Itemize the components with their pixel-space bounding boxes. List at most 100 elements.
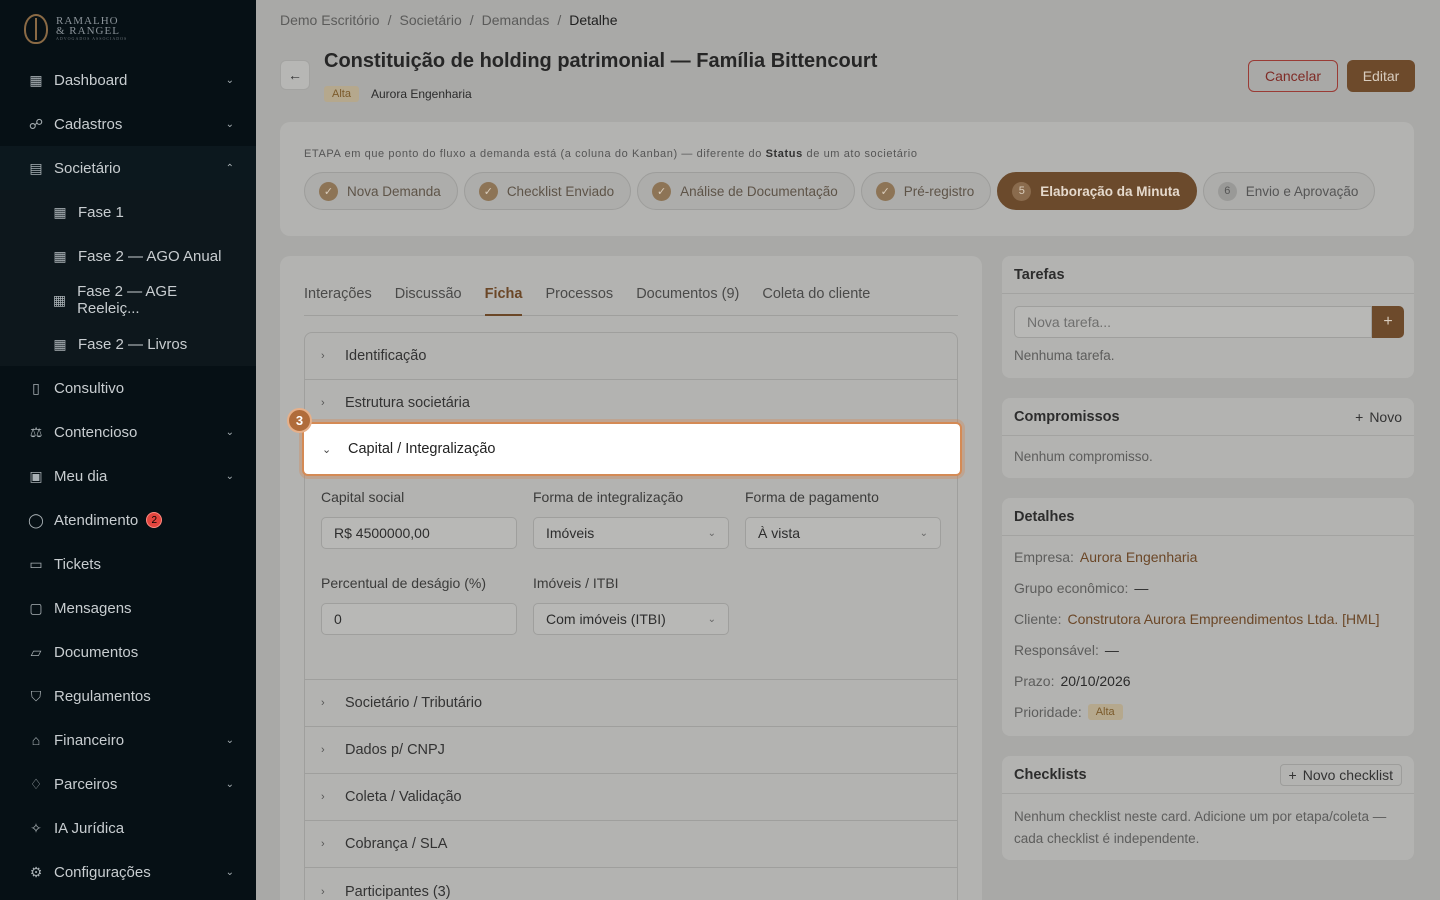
desagio-input[interactable]: 0 — [321, 603, 517, 635]
accordion-societario-tributario[interactable]: › Societário / Tributário — [305, 680, 957, 727]
breadcrumb-separator: / — [387, 12, 392, 28]
sidebar-item-fase-2-ago[interactable]: ▦ Fase 2 — AGO Anual — [0, 234, 256, 278]
chevron-down-icon: ⌄ — [225, 866, 234, 878]
detail-prioridade: Prioridade: Alta — [1014, 704, 1123, 720]
check-icon: ✓ — [319, 181, 338, 201]
forma-integracao-select[interactable]: Imóveis ⌄ — [533, 517, 729, 549]
tab-processos[interactable]: Processos — [545, 286, 613, 316]
brand-line-2: & RANGEL — [56, 25, 120, 37]
edit-button[interactable]: Editar — [1347, 60, 1415, 92]
chevron-right-icon: › — [321, 744, 325, 756]
sidebar-item-dashboard[interactable]: ▦ Dashboard ⌄ — [0, 58, 256, 102]
ticket-icon: ▭ — [29, 555, 43, 572]
accordion-estrutura-societaria[interactable]: › Estrutura societária — [305, 380, 957, 427]
tab-bar: Interações Discussão Ficha Processos Doc… — [304, 286, 958, 316]
detail-responsavel: Responsável: — — [1014, 642, 1119, 658]
sidebar-item-consultivo[interactable]: ▯ Consultivo — [0, 366, 256, 410]
grid-icon: ▦ — [29, 71, 43, 88]
sidebar-item-regulamentos[interactable]: ⛉ Regulamentos — [0, 674, 256, 718]
stage-analise-documentacao[interactable]: ✓ Análise de Documentação — [637, 172, 855, 210]
chevron-right-icon: › — [321, 838, 325, 850]
capital-social-input[interactable]: R$ 4500000,00 — [321, 517, 517, 549]
sidebar-item-parceiros[interactable]: ♢ Parceiros ⌄ — [0, 762, 256, 806]
sidebar-item-ia-juridica[interactable]: ✧ IA Jurídica — [0, 806, 256, 850]
new-task-input[interactable]: Nova tarefa... — [1014, 306, 1372, 338]
breadcrumb-item[interactable]: Societário — [399, 12, 461, 28]
forma-pagamento-select[interactable]: À vista ⌄ — [745, 517, 941, 549]
panel-title: Checklists — [1014, 766, 1087, 783]
accordion-capital-integralizacao[interactable]: ⌄ Capital / Integralização — [302, 422, 962, 476]
plus-icon: + — [1355, 408, 1364, 425]
page-title: Constituição de holding patrimonial — Fa… — [324, 50, 878, 72]
tab-discussao[interactable]: Discussão — [395, 286, 462, 316]
tab-ficha[interactable]: Ficha — [484, 286, 523, 316]
stage-elaboracao-minuta[interactable]: 5 Elaboração da Minuta — [997, 172, 1197, 210]
accordion-cobranca-sla[interactable]: › Cobrança / SLA — [305, 821, 957, 868]
imoveis-itbi-select[interactable]: Com imóveis (ITBI) ⌄ — [533, 603, 729, 635]
content-card: Interações Discussão Ficha Processos Doc… — [280, 256, 982, 900]
shield-icon: ⛉ — [30, 687, 42, 704]
accordion-coleta-validacao[interactable]: › Coleta / Validação — [305, 774, 957, 821]
chevron-down-icon: ⌄ — [919, 527, 928, 539]
book-icon: ▯ — [32, 379, 40, 396]
new-compromisso-button[interactable]: + Novo — [1355, 409, 1402, 425]
stage-envio-aprovacao[interactable]: 6 Envio e Aprovação — [1202, 172, 1376, 210]
sidebar-item-meu-dia[interactable]: ▣ Meu dia ⌄ — [0, 454, 256, 498]
new-checklist-button[interactable]: + Novo checklist — [1279, 763, 1402, 786]
panel-title: Compromissos — [1014, 408, 1120, 425]
desagio-label: Percentual de deságio (%) — [321, 575, 486, 591]
sidebar-item-fase-2-livros[interactable]: ▦ Fase 2 — Livros — [0, 322, 256, 366]
stage-stepper: ✓ Nova Demanda ✓ Checklist Enviado ✓ Aná… — [304, 172, 1376, 210]
calendar-icon: ▣ — [29, 467, 43, 484]
tab-interacoes[interactable]: Interações — [304, 286, 372, 316]
sidebar-item-cadastros[interactable]: ☍ Cadastros ⌄ — [0, 102, 256, 146]
breadcrumb-item[interactable]: Demo Escritório — [280, 12, 380, 28]
chevron-right-icon: › — [321, 885, 325, 898]
stage-card: ETAPA em que ponto do fluxo a demanda es… — [280, 122, 1414, 236]
chevron-down-icon: ⌄ — [225, 470, 234, 482]
stage-nova-demanda[interactable]: ✓ Nova Demanda — [304, 172, 458, 210]
tab-coleta-cliente[interactable]: Coleta do cliente — [762, 286, 870, 316]
breadcrumb-item[interactable]: Demandas — [482, 12, 550, 28]
check-icon: ✓ — [875, 181, 895, 201]
stage-pre-registro[interactable]: ✓ Pré-registro — [860, 172, 992, 210]
users-icon: ☍ — [28, 115, 44, 132]
building-icon: ▤ — [29, 159, 43, 176]
accordion-identificacao[interactable]: › Identificação — [305, 333, 957, 380]
tab-documentos[interactable]: Documentos (9) — [636, 286, 739, 316]
bank-icon: ⌂ — [31, 732, 41, 748]
accordion-participantes[interactable]: › Participantes (3) — [305, 868, 957, 900]
sidebar-item-mensagens[interactable]: ▢ Mensagens — [0, 586, 256, 630]
chevron-down-icon: ⌄ — [225, 426, 234, 438]
sidebar-item-societario[interactable]: ▤ Societário ⌃ — [0, 146, 256, 190]
chevron-down-icon: ⌄ — [707, 613, 716, 625]
cancel-button[interactable]: Cancelar — [1248, 60, 1338, 92]
grid-icon: ▦ — [52, 291, 67, 308]
breadcrumb-separator: / — [469, 12, 474, 28]
priority-badge: Alta — [1087, 704, 1123, 720]
company-name: Aurora Engenharia — [370, 87, 472, 101]
chevron-down-icon: ⌄ — [707, 527, 716, 539]
chevron-right-icon: › — [321, 397, 325, 409]
sidebar-item-configuracoes[interactable]: ⚙ Configurações ⌄ — [0, 850, 256, 894]
chat-icon: ◯ — [28, 511, 44, 528]
stage-checklist-enviado[interactable]: ✓ Checklist Enviado — [463, 172, 632, 210]
sidebar-item-contencioso[interactable]: ⚖ Contencioso ⌄ — [0, 410, 256, 454]
grid-icon: ▦ — [53, 247, 67, 264]
chevron-down-icon: ⌄ — [225, 734, 234, 746]
grid-icon: ▦ — [53, 335, 67, 352]
sidebar-item-atendimento[interactable]: ◯ Atendimento 2 — [0, 498, 256, 542]
sidebar-item-financeiro[interactable]: ⌂ Financeiro ⌄ — [0, 718, 256, 762]
chevron-down-icon: ⌄ — [225, 74, 234, 86]
compromissos-panel: Compromissos + Novo Nenhum compromisso. — [1002, 398, 1414, 478]
sidebar-item-documentos[interactable]: ▱ Documentos — [0, 630, 256, 674]
sidebar-item-tickets[interactable]: ▭ Tickets — [0, 542, 256, 586]
back-button[interactable]: ← — [280, 60, 310, 90]
title-meta: Alta Aurora Engenharia — [324, 86, 472, 102]
sidebar-item-fase-1[interactable]: ▦ Fase 1 — [0, 190, 256, 234]
sidebar-item-fase-2-age[interactable]: ▦ Fase 2 — AGE Reeleiç... — [0, 278, 256, 322]
logo[interactable]: RAMALHO & RANGEL ADVOGADOS ASSOCIADOS — [0, 0, 256, 58]
add-task-button[interactable]: + — [1372, 306, 1404, 338]
scale-icon: ⚖ — [29, 423, 43, 440]
accordion-dados-cnpj[interactable]: › Dados p/ CNPJ — [305, 727, 957, 774]
